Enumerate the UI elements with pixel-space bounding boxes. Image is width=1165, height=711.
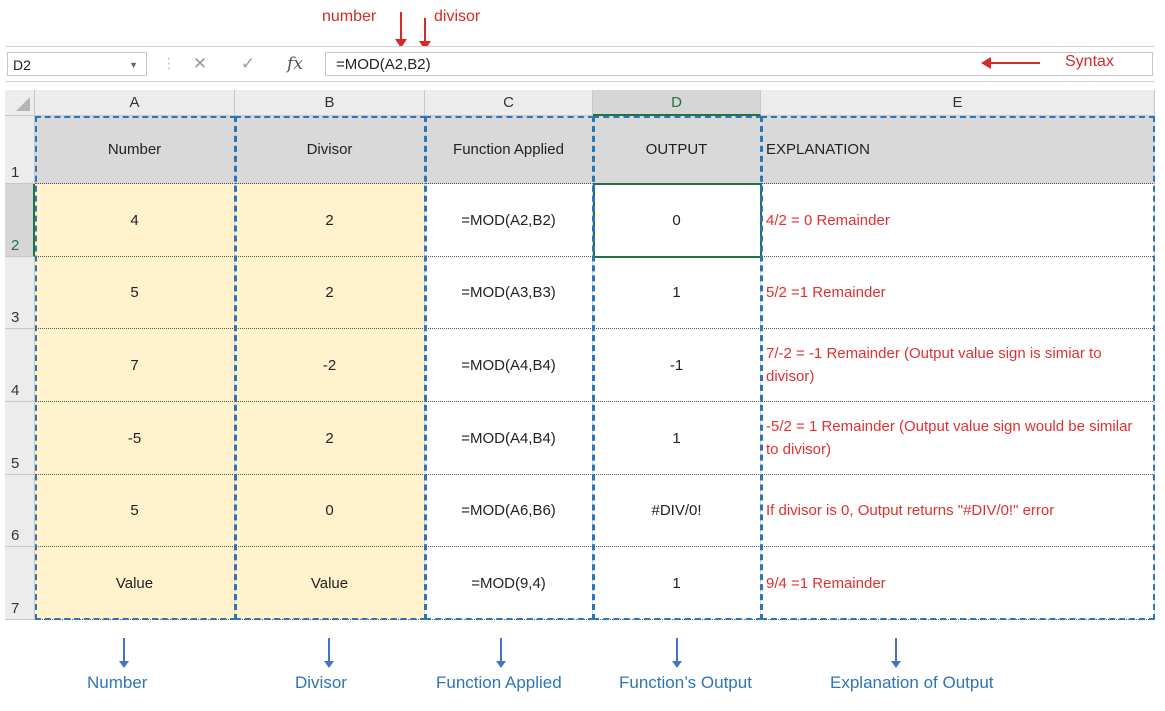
number-arrow-icon <box>395 12 407 48</box>
cell-e4[interactable]: 7/-2 = -1 Remainder (Output value sign i… <box>761 329 1155 402</box>
cell-d6[interactable]: #DIV/0! <box>593 475 761 547</box>
cell-c4[interactable]: =MOD(A4,B4) <box>425 329 593 402</box>
row-header-6[interactable]: 6 <box>5 475 35 547</box>
cell-b5[interactable]: 2 <box>235 402 425 475</box>
label-divisor: Divisor <box>295 673 347 692</box>
label-function-output: Function’s Output <box>619 673 752 692</box>
chevron-down-icon[interactable]: ▼ <box>129 53 138 77</box>
row-number: 3 <box>11 309 20 326</box>
cell-a7[interactable]: Value <box>35 547 235 620</box>
name-box[interactable]: D2 ▼ <box>7 52 147 76</box>
cell-b7[interactable]: Value <box>235 547 425 620</box>
cell-c2[interactable]: =MOD(A2,B2) <box>425 184 593 257</box>
cell-e6[interactable]: If divisor is 0, Output returns "#DIV/0!… <box>761 475 1155 547</box>
row-header-5[interactable]: 5 <box>5 402 35 475</box>
down-arrow-icon <box>672 638 682 668</box>
cell-a2[interactable]: 4 <box>35 184 235 257</box>
name-box-value: D2 <box>13 57 31 73</box>
syntax-annotation: Syntax <box>1065 53 1114 70</box>
cell-a1[interactable]: Number <box>35 116 235 184</box>
column-header-d[interactable]: D <box>593 90 761 116</box>
divisor-arrow-icon <box>419 18 431 50</box>
cell-a3[interactable]: 5 <box>35 257 235 329</box>
select-all-corner[interactable] <box>5 90 35 116</box>
down-arrow-icon <box>891 638 901 668</box>
cell-c1[interactable]: Function Applied <box>425 116 593 184</box>
drag-handle-icon[interactable]: ⋮ <box>162 55 176 72</box>
cell-d5[interactable]: 1 <box>593 402 761 475</box>
cell-e1[interactable]: EXPLANATION <box>761 116 1155 184</box>
cell-a4[interactable]: 7 <box>35 329 235 402</box>
cell-e3[interactable]: 5/2 =1 Remainder <box>761 257 1155 329</box>
number-annotation: number <box>322 8 377 25</box>
cell-a5[interactable]: -5 <box>35 402 235 475</box>
cell-e5[interactable]: -5/2 = 1 Remainder (Output value sign wo… <box>761 402 1155 475</box>
cell-d2[interactable]: 0 <box>593 184 761 257</box>
cell-b2[interactable]: 2 <box>235 184 425 257</box>
cell-b4[interactable]: -2 <box>235 329 425 402</box>
syntax-arrow-icon <box>981 57 1040 69</box>
formula-input[interactable]: =MOD(A2,B2) <box>325 52 1153 76</box>
row-number: 1 <box>11 164 20 181</box>
label-explanation: Explanation of Output <box>830 673 994 692</box>
label-number: Number <box>87 673 148 692</box>
cell-c7[interactable]: =MOD(9,4) <box>425 547 593 620</box>
cell-b6[interactable]: 0 <box>235 475 425 547</box>
label-function-applied: Function Applied <box>436 673 562 692</box>
down-arrow-icon <box>496 638 506 668</box>
cell-d3[interactable]: 1 <box>593 257 761 329</box>
cell-b3[interactable]: 2 <box>235 257 425 329</box>
column-header-c[interactable]: C <box>425 90 593 116</box>
cancel-icon[interactable]: ✕ <box>185 52 215 76</box>
cell-c5[interactable]: =MOD(A4,B4) <box>425 402 593 475</box>
column-header-e[interactable]: E <box>761 90 1155 116</box>
cell-b1[interactable]: Divisor <box>235 116 425 184</box>
row-number: 4 <box>11 382 20 399</box>
down-arrow-icon <box>324 638 334 668</box>
down-arrow-icon <box>119 638 129 668</box>
cell-a6[interactable]: 5 <box>35 475 235 547</box>
cell-c3[interactable]: =MOD(A3,B3) <box>425 257 593 329</box>
row-header-7[interactable]: 7 <box>5 547 35 620</box>
cell-d1[interactable]: OUTPUT <box>593 116 761 184</box>
cell-e7[interactable]: 9/4 =1 Remainder <box>761 547 1155 620</box>
cell-d4[interactable]: -1 <box>593 329 761 402</box>
enter-icon[interactable]: ✓ <box>233 52 263 76</box>
row-header-3[interactable]: 3 <box>5 257 35 329</box>
cell-e2[interactable]: 4/2 = 0 Remainder <box>761 184 1155 257</box>
column-header-b[interactable]: B <box>235 90 425 116</box>
row-header-2[interactable]: 2 <box>5 184 35 257</box>
row-number: 6 <box>11 527 20 544</box>
row-header-4[interactable]: 4 <box>5 329 35 402</box>
insert-function-icon[interactable]: fx <box>280 52 310 76</box>
row-number: 5 <box>11 455 20 472</box>
divisor-annotation: divisor <box>434 8 481 25</box>
cell-d7[interactable]: 1 <box>593 547 761 620</box>
row-number: 2 <box>11 237 20 254</box>
cell-c6[interactable]: =MOD(A6,B6) <box>425 475 593 547</box>
row-number: 7 <box>11 600 20 617</box>
row-header-1[interactable]: 1 <box>5 116 35 184</box>
column-header-a[interactable]: A <box>35 90 235 116</box>
